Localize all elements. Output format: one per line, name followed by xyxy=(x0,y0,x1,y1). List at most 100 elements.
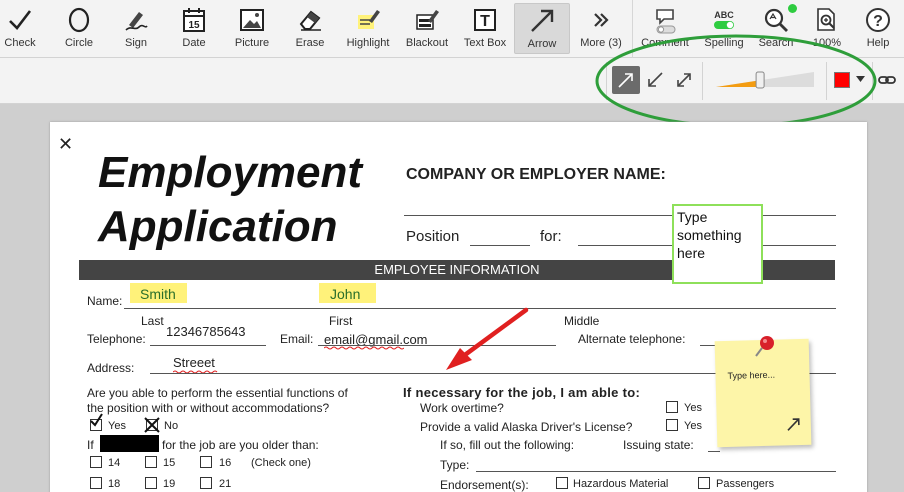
highlight-icon xyxy=(358,10,380,29)
issuing-state-label: Issuing state: xyxy=(623,438,694,452)
position-label: Position xyxy=(406,228,460,245)
essential-question-line-1: Are you able to perform the essential fu… xyxy=(87,386,348,400)
overtime-yes-checkbox[interactable] xyxy=(666,401,678,413)
eraser-icon xyxy=(299,10,321,31)
sign-icon xyxy=(125,12,148,31)
middle-caption: Middle xyxy=(564,314,600,328)
title-line-2: Application xyxy=(98,202,338,251)
age-checkbox[interactable] xyxy=(90,456,102,468)
necessary-heading: If necessary for the job, I am able to: xyxy=(403,385,641,400)
yes-label: Yes xyxy=(684,420,702,432)
endorsement-label: Endorsement(s): xyxy=(440,478,529,492)
check-one-note: (Check one) xyxy=(251,457,311,469)
date-tool-label: Date xyxy=(182,37,206,49)
spelling-abc-badge: ABC xyxy=(714,10,734,20)
blackout-box xyxy=(100,435,159,452)
telephone-line xyxy=(150,345,266,346)
annotation-ellipse xyxy=(595,34,877,128)
name-label: Name: xyxy=(87,294,123,308)
age-checkbox[interactable] xyxy=(200,456,212,468)
age-label: 16 xyxy=(219,457,232,469)
age-checkbox[interactable] xyxy=(145,456,157,468)
highlight-tool-label: Highlight xyxy=(346,37,390,49)
address-value[interactable]: Streeet xyxy=(173,355,215,370)
age-label: 19 xyxy=(163,478,176,490)
age-checkbox[interactable] xyxy=(200,477,212,489)
drivers-license-label: Provide a valid Alaska Driver's License? xyxy=(420,420,633,434)
textbox-tool[interactable]: T Text Box xyxy=(460,3,510,54)
sticky-note-text: Type here... xyxy=(727,369,776,381)
link-icon[interactable] xyxy=(878,72,896,88)
status-dot xyxy=(788,4,797,13)
spelling-underline xyxy=(324,346,404,350)
date-tool[interactable]: 15 Date xyxy=(174,3,214,54)
issuing-state-line xyxy=(708,451,720,452)
red-arrow-annotation[interactable] xyxy=(440,304,532,376)
company-line xyxy=(404,215,836,216)
title-line-1: Employment xyxy=(98,148,363,197)
passengers-checkbox[interactable] xyxy=(698,477,710,489)
passengers-label: Passengers xyxy=(716,478,775,490)
double-chevron-icon xyxy=(594,13,609,27)
help-glyph: ? xyxy=(873,13,883,30)
spelling-icon xyxy=(714,21,734,29)
resize-arrow-icon[interactable] xyxy=(785,415,803,433)
search-icon xyxy=(764,8,788,32)
erase-tool[interactable]: Erase xyxy=(290,3,330,54)
comment-icon xyxy=(656,9,676,34)
blackout-tool-label: Blackout xyxy=(405,37,449,49)
x-mark-icon xyxy=(144,417,160,433)
hazardous-label: Hazardous Material xyxy=(573,478,669,490)
zoom-icon xyxy=(817,8,835,31)
age-checkbox[interactable] xyxy=(145,477,157,489)
if-so-label: If so, fill out the following: xyxy=(440,438,575,452)
name-first-value[interactable]: Smith xyxy=(140,286,176,302)
type-line xyxy=(476,471,836,472)
textbox-tool-label: Text Box xyxy=(463,37,507,49)
name-last-value[interactable]: John xyxy=(330,286,360,302)
picture-icon xyxy=(240,9,264,31)
check-tool[interactable]: Check xyxy=(0,3,40,54)
calendar-icon: 15 xyxy=(183,8,205,32)
type-label: Type: xyxy=(440,458,470,472)
picture-tool[interactable]: Picture xyxy=(230,3,274,54)
work-overtime-label: Work overtime? xyxy=(420,401,504,415)
textbox-annotation[interactable]: Type something here xyxy=(672,204,763,284)
license-yes-checkbox[interactable] xyxy=(666,419,678,431)
company-label: COMPANY OR EMPLOYER NAME: xyxy=(406,166,666,183)
blackout-tool[interactable]: Blackout xyxy=(402,3,452,54)
arrow-tool[interactable]: Arrow xyxy=(514,3,570,54)
pushpin-icon xyxy=(755,336,774,357)
age-label: 14 xyxy=(108,457,121,469)
age-label: 21 xyxy=(219,478,232,490)
circle-tool[interactable]: Circle xyxy=(58,3,100,54)
older-than-label: for the job are you older than: xyxy=(162,438,319,452)
sign-tool[interactable]: Sign xyxy=(116,3,156,54)
help-icon: ? xyxy=(866,8,890,32)
telephone-value[interactable]: 12346785643 xyxy=(166,324,246,339)
arrow-icon xyxy=(531,9,554,32)
close-annotation-icon[interactable]: ✕ xyxy=(58,134,73,155)
email-label: Email: xyxy=(280,332,314,346)
arrow-tool-label: Arrow xyxy=(527,38,557,50)
hazardous-checkbox[interactable] xyxy=(556,477,568,489)
yes-label: Yes xyxy=(108,420,126,432)
age-label: 15 xyxy=(163,457,176,469)
first-caption: First xyxy=(329,314,353,328)
yes-label: Yes xyxy=(684,402,702,414)
alt-phone-label: Alternate telephone: xyxy=(578,332,686,346)
check-icon xyxy=(9,10,32,30)
telephone-label: Telephone: xyxy=(87,332,146,346)
position-line xyxy=(470,245,530,246)
last-caption: Last xyxy=(141,314,164,328)
calendar-date-number: 15 xyxy=(188,20,200,31)
textbox-glyph: T xyxy=(480,13,490,30)
erase-tool-label: Erase xyxy=(295,37,325,49)
sign-tool-label: Sign xyxy=(124,37,148,49)
highlight-tool[interactable]: Highlight xyxy=(342,3,394,54)
check-tool-label: Check xyxy=(4,37,36,49)
textbox-icon: T xyxy=(474,9,496,31)
address-label: Address: xyxy=(87,361,135,375)
no-label: No xyxy=(164,420,179,432)
age-checkbox[interactable] xyxy=(90,477,102,489)
